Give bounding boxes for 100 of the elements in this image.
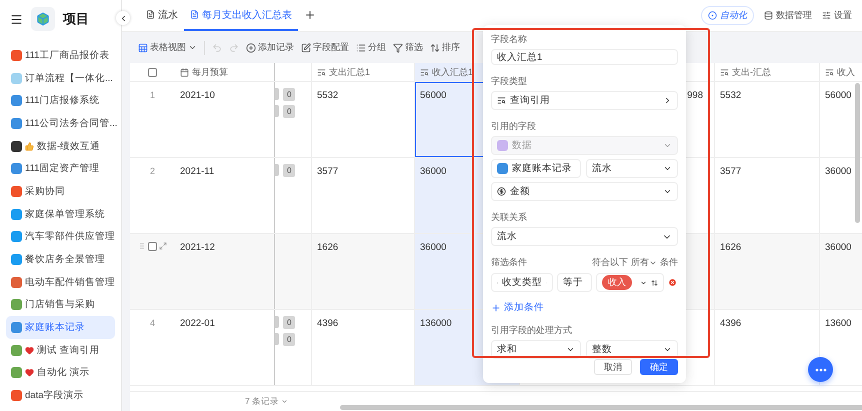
- sidebar-item[interactable]: 汽车零部件供应管理: [6, 226, 115, 248]
- tag: 0: [283, 333, 296, 346]
- table-cell: 36000: [820, 234, 862, 309]
- document-icon: [146, 10, 155, 19]
- value-select[interactable]: 收入: [596, 273, 664, 292]
- cube-icon: [36, 12, 50, 26]
- cancel-button[interactable]: 取消: [594, 359, 632, 375]
- column-header: 每月预算: [175, 63, 275, 81]
- lookup-icon: [825, 68, 834, 76]
- sidebar-item[interactable]: 采购协同: [6, 180, 115, 203]
- sidebar-item[interactable]: 111工厂商品报价表: [6, 44, 115, 67]
- sidebar-item-label: 电动车配件销售管理: [25, 276, 115, 289]
- condition-field-select[interactable]: 收支类型: [491, 273, 553, 292]
- sidebar-item-label: 采购协同: [25, 184, 65, 198]
- sidebar-item[interactable]: 家庭账本记录: [6, 316, 115, 339]
- column-header[interactable]: 收入: [820, 63, 862, 81]
- sidebar-item[interactable]: 电动车配件销售管理: [6, 270, 115, 294]
- collapse-button[interactable]: [116, 11, 130, 25]
- drag-handle-icon[interactable]: [138, 242, 146, 250]
- operator-select[interactable]: 等于: [557, 273, 592, 292]
- app-icon: [497, 140, 508, 151]
- tab[interactable]: 流水: [140, 0, 184, 31]
- sidebar-item-label: 家庭账本记录: [25, 321, 85, 334]
- data-manage-link[interactable]: 数据管理: [764, 9, 812, 22]
- more-icon: [814, 368, 826, 372]
- sidebar-item-label: 测试 查询引用: [37, 344, 100, 357]
- field-label: 字段名称: [491, 33, 528, 45]
- thumbs-up-icon: [25, 142, 34, 151]
- relation-select[interactable]: 流水: [491, 227, 678, 246]
- sidebar-item-label: 111固定资产管理: [25, 162, 100, 176]
- select-all-checkbox[interactable]: [148, 68, 157, 77]
- plus-icon: [491, 302, 501, 312]
- lookup-icon: [720, 68, 729, 76]
- table-select[interactable]: 家庭账本记录: [491, 159, 581, 178]
- sidebar-item[interactable]: 111门店报修系统: [6, 89, 115, 112]
- toolbar-button[interactable]: 添加记录: [246, 41, 294, 54]
- name-input[interactable]: 收入汇总1: [491, 49, 678, 65]
- plus-icon: [304, 8, 316, 20]
- money-icon: [497, 187, 506, 196]
- view-select[interactable]: 流水: [586, 159, 678, 178]
- sidebar-item[interactable]: 数据-绩效互通: [6, 134, 115, 158]
- toolbar-button[interactable]: 字段配置: [301, 41, 349, 54]
- value-tag: 收入: [602, 275, 632, 290]
- row-number: 4: [150, 318, 155, 328]
- chevron-right-icon: [663, 96, 672, 105]
- sidebar-item[interactable]: data字段演示: [6, 384, 115, 407]
- view-selector[interactable]: 表格视图: [138, 41, 197, 54]
- column-header[interactable]: 支出-汇总: [715, 63, 820, 81]
- sidebar-item[interactable]: 订单流程【一体化...: [6, 66, 115, 90]
- sidebar-item[interactable]: 家庭保单管理系统: [6, 202, 115, 226]
- scrollbar-thumb[interactable]: [855, 83, 860, 223]
- confirm-button[interactable]: 确定: [640, 359, 678, 375]
- sidebar-item[interactable]: 门店销售与采购: [6, 294, 115, 316]
- edit-icon: [301, 42, 311, 52]
- match-text: 条件: [660, 256, 678, 269]
- lookup-icon: [317, 68, 326, 76]
- sidebar-item[interactable]: 测试 查询引用: [6, 338, 115, 362]
- sidebar-title: 项目: [63, 10, 89, 28]
- row-checkbox[interactable]: [148, 242, 157, 251]
- heart-icon: [25, 368, 34, 378]
- sidebar-item[interactable]: 餐饮店务全景管理: [6, 248, 115, 271]
- sidebar-item-label: 门店销售与采购: [25, 298, 95, 312]
- tag: 0: [283, 164, 296, 177]
- tag-stub: [275, 164, 279, 176]
- settings-link[interactable]: 设置: [822, 9, 852, 22]
- settings-icon: [822, 11, 831, 20]
- tag-stub: [275, 105, 279, 117]
- calendar-icon: [180, 68, 189, 76]
- row-number: 2: [150, 166, 155, 176]
- scrollbar-thumb[interactable]: [340, 405, 862, 410]
- sort-icon: [430, 42, 440, 52]
- menu-icon[interactable]: [10, 12, 23, 26]
- circle-dot-icon: [708, 11, 717, 20]
- sidebar-item-label: 家庭保单管理系统: [25, 208, 105, 221]
- table-cell: 1626: [715, 234, 820, 309]
- undo-icon[interactable]: [212, 42, 222, 52]
- delete-icon[interactable]: [668, 278, 677, 287]
- sidebar-item[interactable]: 111固定资产管理: [6, 157, 115, 180]
- database-icon: [764, 11, 773, 20]
- plus-circle-icon: [246, 42, 256, 52]
- automation-button[interactable]: 自动化: [701, 6, 754, 25]
- tag: 0: [283, 316, 296, 329]
- ref-field-select[interactable]: 金额: [491, 182, 678, 201]
- sidebar-item-label: 111工厂商品报价表: [25, 48, 110, 62]
- sidebar-item[interactable]: 111公司法务合同管...: [6, 112, 115, 135]
- table-cell: 2021-12: [175, 234, 275, 309]
- toolbar-button[interactable]: 分组: [356, 41, 386, 54]
- sidebar-item-label: 数据-绩效互通: [37, 140, 100, 153]
- toolbar-button[interactable]: 排序: [430, 41, 460, 54]
- expand-icon[interactable]: [159, 242, 167, 250]
- table-icon: [138, 42, 148, 52]
- record-count[interactable]: 7 条记录: [245, 396, 288, 408]
- type-select[interactable]: 查询引用: [491, 91, 678, 110]
- match-mode-select[interactable]: 所有: [631, 256, 657, 269]
- sidebar-item[interactable]: 自动化 演示: [6, 362, 115, 384]
- toolbar-button[interactable]: 筛选: [393, 41, 423, 54]
- redo-icon[interactable]: [229, 42, 239, 52]
- sidebar-item-label: 自动化 演示: [37, 366, 90, 380]
- sidebar-item-label: 餐饮店务全景管理: [25, 253, 105, 266]
- heart-icon: [25, 346, 34, 355]
